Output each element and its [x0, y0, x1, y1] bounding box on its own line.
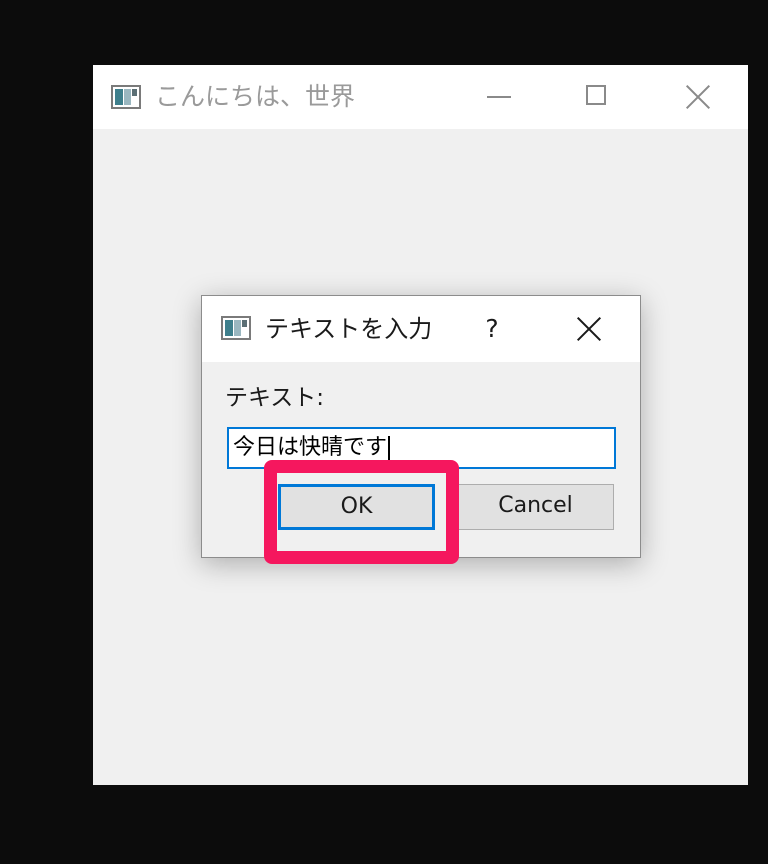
main-titlebar[interactable]: こんにちは、世界	[93, 65, 748, 129]
minimize-button[interactable]	[449, 65, 549, 129]
close-icon	[685, 84, 711, 110]
dialog-titlebar[interactable]: テキストを入力 ?	[202, 296, 640, 362]
text-input-value: 今日は快晴です	[233, 435, 388, 460]
cancel-button[interactable]: Cancel	[457, 484, 614, 530]
main-window-title: こんにちは、世界	[155, 82, 356, 111]
text-caret	[388, 436, 391, 460]
maximize-icon	[586, 85, 606, 105]
app-window-icon	[221, 316, 251, 340]
close-icon	[576, 316, 602, 342]
text-field-label: テキスト:	[225, 385, 325, 411]
minimize-icon	[487, 96, 511, 98]
help-button[interactable]: ?	[470, 306, 514, 352]
app-window-icon	[111, 85, 141, 109]
text-input[interactable]: 今日は快晴です	[227, 427, 616, 469]
ok-button[interactable]: OK	[278, 484, 435, 530]
dialog-title: テキストを入力	[265, 315, 433, 343]
input-dialog: テキストを入力 ? テキスト: 今日は快晴です OK Cancel	[201, 295, 641, 558]
main-close-button[interactable]	[648, 65, 748, 129]
desktop: こんにちは、世界 テキストを入力 ? テキスト: 今日は快晴です OK Canc…	[0, 0, 768, 864]
maximize-button[interactable]	[548, 65, 648, 129]
dialog-close-button[interactable]	[562, 304, 616, 354]
